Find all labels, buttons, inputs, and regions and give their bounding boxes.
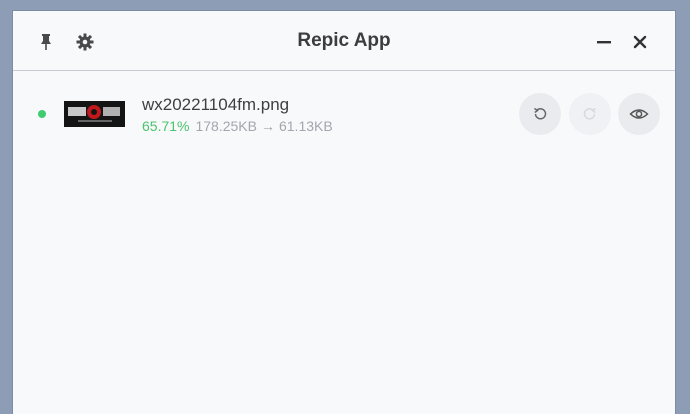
size-arrow: → bbox=[260, 118, 275, 134]
minimize-icon[interactable] bbox=[593, 31, 615, 53]
compressed-size: 61.13KB bbox=[278, 118, 333, 134]
app-window: Repic App wx20221104fm.png 65.71% 178.25… bbox=[12, 10, 676, 414]
title-bar: Repic App bbox=[13, 11, 675, 71]
undo-icon bbox=[534, 107, 547, 120]
file-stats: 65.71% 178.25KB → 61.13KB bbox=[142, 118, 333, 134]
status-dot bbox=[38, 110, 46, 118]
file-name: wx20221104fm.png bbox=[142, 95, 290, 114]
file-list-item: wx20221104fm.png 65.71% 178.25KB → 61.13KB bbox=[13, 88, 675, 140]
undo-button[interactable] bbox=[519, 93, 561, 135]
redo-button[interactable] bbox=[569, 93, 611, 135]
redo-icon bbox=[583, 107, 596, 120]
close-icon[interactable] bbox=[629, 31, 651, 53]
original-size: 178.25KB bbox=[195, 118, 257, 134]
eye-icon bbox=[629, 109, 649, 119]
compression-ratio: 65.71% bbox=[142, 118, 190, 134]
preview-button[interactable] bbox=[618, 93, 660, 135]
file-thumbnail[interactable] bbox=[64, 101, 125, 127]
window-title: Repic App bbox=[297, 30, 391, 51]
